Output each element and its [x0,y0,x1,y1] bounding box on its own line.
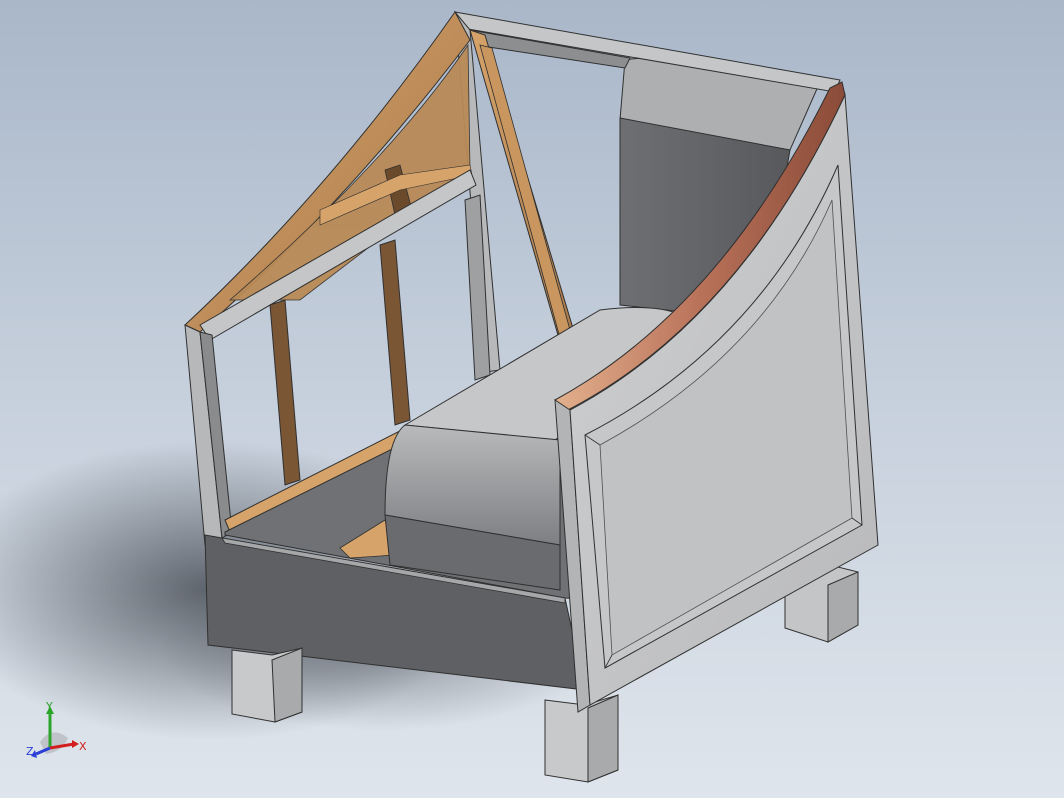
y-axis-label: Y [45,700,53,713]
x-axis-arrow [72,740,79,748]
orientation-triad: Y X Z [26,700,87,758]
armchair-model[interactable] [0,0,1064,798]
x-axis-label: X [79,740,87,753]
3d-viewport[interactable]: Y X Z [0,0,1064,798]
leg-front-left[interactable] [231,647,303,723]
z-axis-label: Z [26,745,34,758]
